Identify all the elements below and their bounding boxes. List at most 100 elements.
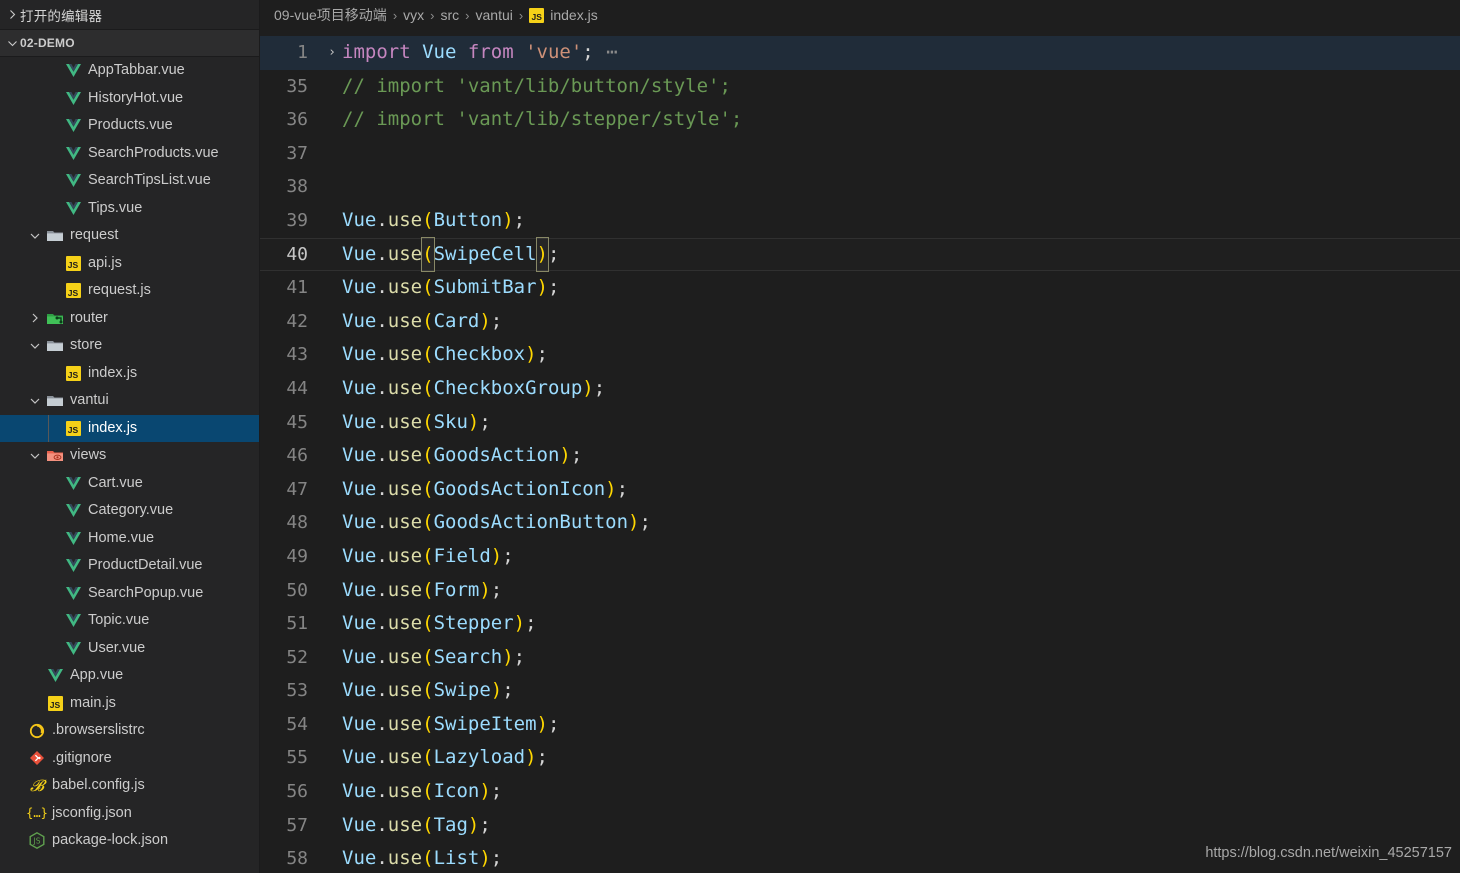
code-token: ): [513, 612, 526, 635]
project-pane-header[interactable]: 02-DEMO: [0, 29, 259, 57]
code-line[interactable]: 48 Vue. use(GoodsActionButton);: [260, 506, 1460, 540]
tree-item-category-vue[interactable]: Category.vue: [0, 497, 259, 525]
breadcrumb-item-src[interactable]: src: [441, 7, 460, 23]
code-token: (: [422, 746, 434, 769]
code-line[interactable]: 54 Vue. use(SwipeItem);: [260, 708, 1460, 742]
code-line[interactable]: 47 Vue. use(GoodsActionIcon);: [260, 473, 1460, 507]
tree-item-babel-config-js[interactable]: 𝓑babel.config.js: [0, 772, 259, 800]
tree-item-router[interactable]: router: [0, 305, 259, 333]
code-editor-content[interactable]: 1 › import Vue from 'vue'; ⋯ 35 // import 'v…: [260, 36, 1460, 873]
tree-item-store[interactable]: store: [0, 332, 259, 360]
tree-item-request-js[interactable]: JS request.js: [0, 277, 259, 305]
code-line-text: // import 'vant/lib/stepper/style';: [342, 103, 742, 137]
code-line[interactable]: 35 // import 'vant/lib/button/style';: [260, 70, 1460, 104]
line-number: 48: [286, 512, 308, 534]
tree-item-package-lock-json[interactable]: JS package-lock.json: [0, 827, 259, 855]
code-line[interactable]: 38: [260, 170, 1460, 204]
tree-item-label: App.vue: [70, 667, 124, 683]
code-token: use: [387, 477, 423, 500]
breadcrumb[interactable]: 09-vue项目移动端 › vyx › src › vantui › JS index.js: [260, 0, 1460, 30]
code-line[interactable]: 37: [260, 137, 1460, 171]
tree-item-searchtipslist-vue[interactable]: SearchTipsList.vue: [0, 167, 259, 195]
code-token: Vue: [342, 208, 377, 231]
breadcrumb-item-vyx[interactable]: vyx: [403, 7, 424, 23]
code-line[interactable]: 50 Vue. use(Form);: [260, 574, 1460, 608]
tree-item-views[interactable]: views: [0, 442, 259, 470]
tree-item-user-vue[interactable]: User.vue: [0, 635, 259, 663]
code-line-text: Vue. use(Stepper);: [342, 607, 537, 641]
breadcrumb-item-label: index.js: [550, 7, 598, 23]
breadcrumb-item-index-js[interactable]: JS index.js: [529, 7, 598, 23]
code-token: (: [422, 679, 434, 702]
code-line[interactable]: 52 Vue. use(Search);: [260, 641, 1460, 675]
line-number: 45: [286, 411, 308, 433]
chevron-down-icon[interactable]: [26, 395, 44, 407]
breadcrumb-item-09-vue[interactable]: 09-vue项目移动端: [274, 5, 387, 25]
tree-item-cart-vue[interactable]: Cart.vue: [0, 470, 259, 498]
tree-item-label: jsconfig.json: [52, 804, 132, 821]
open-editors-pane-header[interactable]: 打开的编辑器: [0, 0, 259, 29]
code-line[interactable]: 56 Vue. use(Icon);: [260, 775, 1460, 809]
tree-item-api-js[interactable]: JS api.js: [0, 250, 259, 278]
code-line[interactable]: 51 Vue. use(Stepper);: [260, 607, 1460, 641]
tree-item-vantui[interactable]: vantui: [0, 387, 259, 415]
code-token: CheckboxGroup: [433, 376, 583, 399]
code-token: ): [479, 847, 491, 870]
chevron-down-icon[interactable]: [26, 340, 44, 352]
code-token: use: [387, 410, 423, 433]
code-line[interactable]: 41 Vue. use(SubmitBar);: [260, 271, 1460, 305]
code-line[interactable]: 42 Vue. use(Card);: [260, 305, 1460, 339]
code-token: use: [387, 208, 423, 231]
tree-item-topic-vue[interactable]: Topic.vue: [0, 607, 259, 635]
code-line[interactable]: 40 Vue. use(SwipeCell);: [260, 236, 1460, 273]
svg-text:JS: JS: [33, 837, 41, 846]
tree-item-label: AppTabbar.vue: [88, 62, 185, 78]
tree-item-jsconfig-json[interactable]: {…} jsconfig.json: [0, 800, 259, 828]
code-token: use: [387, 242, 423, 265]
code-line[interactable]: 1 › import Vue from 'vue'; ⋯: [260, 36, 1460, 70]
editor-pane: 09-vue项目移动端 › vyx › src › vantui › JS index.js 1 ›…: [260, 0, 1460, 873]
tree-item-apptabbar-vue[interactable]: AppTabbar.vue: [0, 57, 259, 85]
code-line[interactable]: 45 Vue. use(Sku);: [260, 406, 1460, 440]
code-line[interactable]: 55 Vue. use(Lazyload);: [260, 741, 1460, 775]
code-line[interactable]: 57 Vue. use(Tag);: [260, 809, 1460, 843]
tree-item-gitignore[interactable]: .gitignore: [0, 745, 259, 773]
tree-item-request[interactable]: request: [0, 222, 259, 250]
tree-item-tips-vue[interactable]: Tips.vue: [0, 195, 259, 223]
chevron-down-icon[interactable]: [26, 450, 44, 462]
code-line[interactable]: 46 Vue. use(GoodsAction);: [260, 439, 1460, 473]
code-line[interactable]: 53 Vue. use(Swipe);: [260, 674, 1460, 708]
tree-item-products-vue[interactable]: Products.vue: [0, 112, 259, 140]
code-token: Checkbox: [433, 343, 526, 366]
chevron-down-icon[interactable]: [26, 230, 44, 242]
tree-item-index-js[interactable]: JS index.js: [0, 360, 259, 388]
code-line[interactable]: 36 // import 'vant/lib/stepper/style';: [260, 103, 1460, 137]
tree-item-index-js[interactable]: JS index.js: [0, 414, 259, 442]
chevron-right-icon[interactable]: [26, 312, 44, 324]
code-token: Stepper: [433, 612, 514, 635]
tree-item-home-vue[interactable]: Home.vue: [0, 525, 259, 553]
tree-item-browserslistrc[interactable]: .browserslistrc: [0, 717, 259, 745]
js-icon: JS: [62, 255, 84, 271]
tree-item-main-js[interactable]: JS main.js: [0, 690, 259, 718]
code-line-text: Vue. use(Card);: [342, 305, 502, 339]
code-line[interactable]: 44 Vue. use(CheckboxGroup);: [260, 372, 1460, 406]
tree-item-searchpopup-vue[interactable]: SearchPopup.vue: [0, 580, 259, 608]
code-token: Vue: [342, 679, 377, 702]
code-token: (: [422, 813, 434, 836]
tree-item-label: store: [70, 337, 103, 353]
tree-item-productdetail-vue[interactable]: ProductDetail.vue: [0, 552, 259, 580]
line-number: 39: [286, 209, 308, 231]
code-line-text: Vue. use(Button);: [342, 204, 525, 238]
tree-item-searchproducts-vue[interactable]: SearchProducts.vue: [0, 140, 259, 168]
code-token: Vue: [342, 544, 377, 567]
code-line[interactable]: 49 Vue. use(Field);: [260, 540, 1460, 574]
fold-expand-icon[interactable]: ›: [322, 36, 342, 70]
line-number: 37: [286, 142, 308, 164]
tree-item-app-vue[interactable]: App.vue: [0, 662, 259, 690]
breadcrumb-item-vantui[interactable]: vantui: [476, 7, 513, 23]
code-line[interactable]: 39 Vue. use(Button);: [260, 204, 1460, 238]
code-line[interactable]: 43 Vue. use(Checkbox);: [260, 338, 1460, 372]
tree-item-historyhot-vue[interactable]: HistoryHot.vue: [0, 85, 259, 113]
code-token: (: [422, 276, 434, 299]
